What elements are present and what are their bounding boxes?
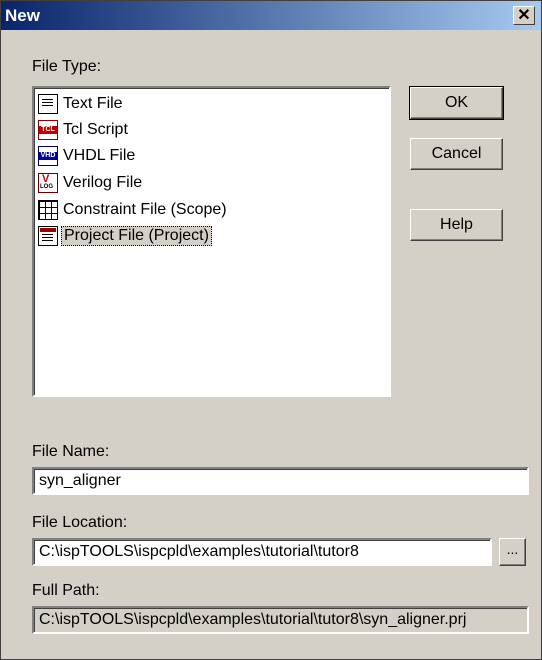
file-type-label: File Type: [32,58,102,75]
list-item-label: VHDL File [63,147,136,164]
window-title: New [5,6,40,25]
close-button[interactable]: ✕ [513,6,535,25]
list-item-verilog-file[interactable]: Verilog File [38,171,144,195]
list-item-constraint-file[interactable]: Constraint File (Scope) [38,198,229,222]
file-type-list[interactable]: Text File TCL Tcl Script VHD VHDL File V… [32,86,391,397]
help-button[interactable]: Help [410,209,503,241]
cancel-button[interactable]: Cancel [410,138,503,170]
list-item-label: Project File (Project) [61,226,212,246]
new-file-dialog: New ✕ File Type: Text File TCL Tcl Scrip… [0,0,542,660]
list-item-label: Constraint File (Scope) [63,201,227,218]
full-path-label: Full Path: [32,582,100,599]
constraint-grid-icon [38,200,58,220]
file-name-label: File Name: [32,443,110,460]
list-item-label: Tcl Script [63,121,128,138]
list-item-label: Text File [63,95,123,112]
list-item-vhdl-file[interactable]: VHD VHDL File [38,144,137,168]
vhdl-file-icon: VHD [38,146,58,166]
browse-button[interactable]: ... [499,538,526,566]
verilog-file-icon [38,173,58,193]
file-location-label: File Location: [32,514,128,531]
list-item-text-file[interactable]: Text File [38,92,125,116]
ok-button[interactable]: OK [409,86,504,120]
list-item-label: Verilog File [63,174,143,191]
file-name-field[interactable]: syn_aligner [32,467,529,495]
tcl-script-icon: TCL [38,120,58,140]
list-item-project-file[interactable]: Project File (Project) [38,224,212,248]
project-file-icon [38,226,58,246]
text-file-icon [38,94,58,114]
file-location-field[interactable]: C:\ispTOOLS\ispcpld\examples\tutorial\tu… [32,538,492,566]
title-bar[interactable]: New ✕ [1,1,541,30]
full-path-field: C:\ispTOOLS\ispcpld\examples\tutorial\tu… [32,606,529,634]
list-item-tcl-script[interactable]: TCL Tcl Script [38,118,130,142]
